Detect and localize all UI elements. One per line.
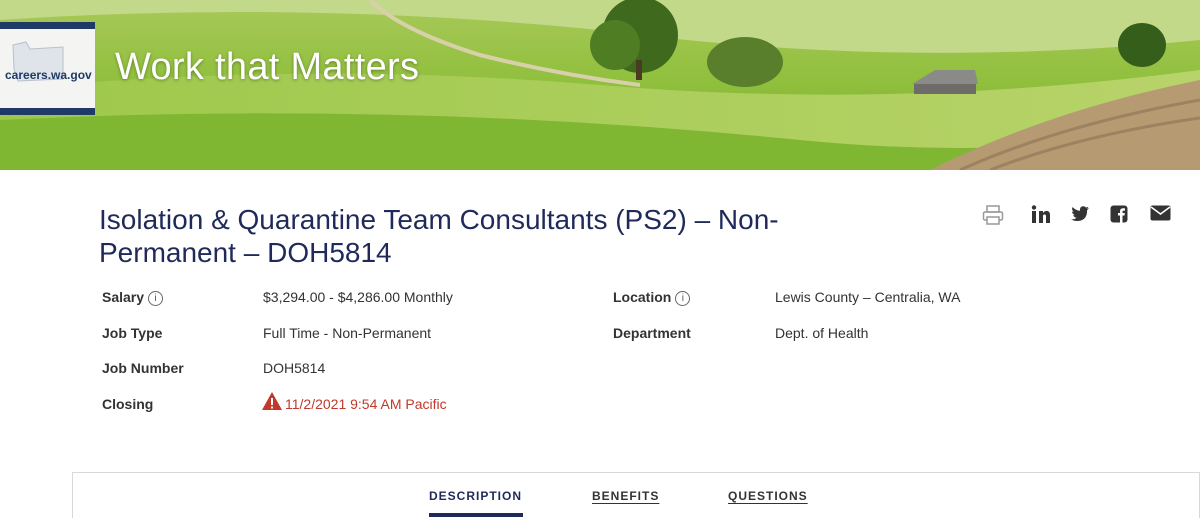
closing-label: Closing <box>102 396 154 412</box>
tab-bar: DESCRIPTION BENEFITS QUESTIONS <box>72 472 1200 518</box>
location-label-text: Location <box>613 289 672 305</box>
salary-value: $3,294.00 - $4,286.00 Monthly <box>263 289 453 305</box>
email-icon[interactable] <box>1150 205 1171 221</box>
location-value: Lewis County – Centralia, WA <box>775 289 961 305</box>
salary-info-icon[interactable]: i <box>148 291 164 306</box>
header-banner: careers.wa.gov Work that Matters <box>0 0 1200 170</box>
tab-description[interactable]: DESCRIPTION <box>429 489 522 503</box>
department-value: Dept. of Health <box>775 325 869 341</box>
tab-questions[interactable]: QUESTIONS <box>728 489 808 503</box>
job-number-label: Job Number <box>102 360 184 376</box>
closing-alert-icon <box>261 391 283 414</box>
logo-text: careers.wa.gov <box>5 68 92 82</box>
print-icon[interactable] <box>982 205 1004 225</box>
banner-title: Work that Matters <box>115 46 420 88</box>
closing-value: 11/2/2021 9:54 AM Pacific <box>285 396 447 412</box>
job-title: Isolation & Quarantine Team Consultants … <box>99 204 779 268</box>
location-label: Location i <box>613 289 691 306</box>
job-number-value: DOH5814 <box>263 360 326 376</box>
facebook-icon[interactable] <box>1110 205 1128 223</box>
tab-benefits[interactable]: BENEFITS <box>592 489 659 503</box>
job-type-label: Job Type <box>102 325 163 341</box>
careers-logo[interactable]: careers.wa.gov <box>0 22 95 115</box>
linkedin-icon[interactable] <box>1031 205 1051 225</box>
department-label: Department <box>613 325 691 341</box>
salary-label-text: Salary <box>102 289 145 305</box>
location-info-icon[interactable]: i <box>675 291 691 306</box>
active-tab-indicator <box>429 513 523 517</box>
job-type-value: Full Time - Non-Permanent <box>263 325 432 341</box>
twitter-icon[interactable] <box>1070 205 1090 223</box>
salary-label: Salary i <box>102 289 164 306</box>
